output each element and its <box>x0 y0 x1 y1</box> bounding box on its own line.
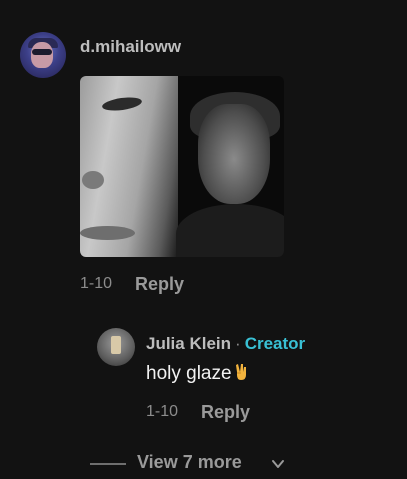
chevron-down-icon[interactable] <box>271 457 285 471</box>
reply-button[interactable]: Reply <box>135 274 184 295</box>
reply-reply-button[interactable]: Reply <box>201 402 250 423</box>
reply-avatar[interactable] <box>97 328 135 366</box>
commenter-avatar[interactable] <box>20 32 66 78</box>
victory-hand-icon <box>235 364 246 380</box>
view-more-label[interactable]: View 7 more <box>137 452 242 473</box>
separator-dot: · <box>235 334 241 353</box>
reply-header: Julia Klein · Creator <box>146 334 305 354</box>
reply-date: 1-10 <box>146 403 179 420</box>
reply-text: holy glaze <box>146 363 249 385</box>
reply-username[interactable]: Julia Klein <box>146 334 231 353</box>
comment-image[interactable] <box>80 76 284 257</box>
reply-text-content: holy glaze <box>146 363 232 384</box>
view-more-divider <box>90 463 126 465</box>
commenter-username[interactable]: d.mihailoww <box>80 37 181 57</box>
creator-badge: Creator <box>244 334 306 353</box>
reply-comment: Julia Klein · Creator holy glaze 1-10 Repl… <box>97 328 397 428</box>
comment-date: 1-10 <box>80 275 113 292</box>
